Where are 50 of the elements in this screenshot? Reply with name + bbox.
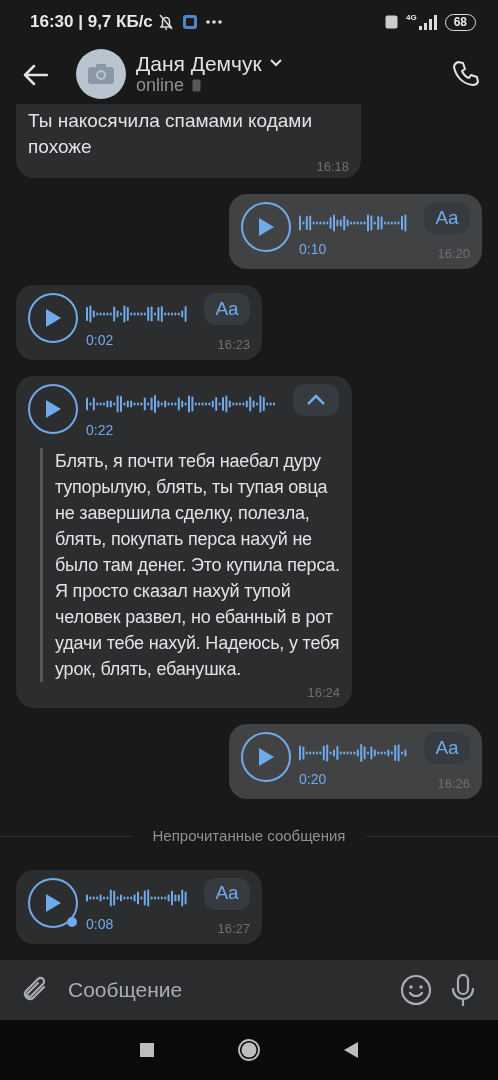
message-time: 16:27: [217, 922, 250, 937]
emoji-icon[interactable]: [400, 974, 432, 1006]
bell-off-icon: [156, 13, 175, 31]
collapse-button[interactable]: [293, 383, 339, 416]
transcribe-button[interactable]: Aa: [424, 732, 470, 765]
message-time: 16:23: [217, 337, 250, 352]
voice-duration: 0:10: [299, 240, 328, 257]
message-composer[interactable]: Сообщение: [0, 960, 498, 1020]
network-type: 4G: [405, 14, 417, 22]
phone-icon: [452, 60, 480, 88]
voice-duration: 0:20: [299, 771, 328, 788]
play-button[interactable]: [28, 292, 78, 343]
avatar[interactable]: [76, 49, 126, 99]
transcribe-button[interactable]: Aa: [204, 292, 250, 325]
message-input[interactable]: Сообщение: [68, 974, 382, 1006]
play-icon: [44, 892, 62, 913]
call-button[interactable]: [452, 60, 480, 88]
transcribe-button[interactable]: Aa: [424, 202, 470, 234]
transcribe-button[interactable]: Aa: [204, 877, 250, 910]
chevron-up-icon: [307, 394, 325, 406]
chevron-down-icon: [269, 59, 282, 68]
play-button[interactable]: [28, 877, 78, 928]
transcript-text: Блять, я почти тебя наебал дуру тупорылую, блять, ты тупая овца не завершила сделку, полезла, блять, покупать перса нахуй не было там денег. Это купила перса. Я просто сказал нахуй тупой человек развел, но ебанный в рот удачи тебе нахуй. Надеюсь, у тебя урок, блять, ебанушка.: [40, 448, 340, 683]
back-icon: [22, 63, 48, 86]
play-icon: [44, 398, 62, 419]
play-icon: [257, 217, 275, 237]
play-button[interactable]: [241, 202, 291, 252]
microphone-icon[interactable]: [450, 974, 476, 1006]
back-nav-icon[interactable]: [344, 1042, 358, 1058]
contact-name[interactable]: Даня Демчук: [136, 51, 262, 75]
back-button[interactable]: [22, 62, 48, 86]
signal-icon: [416, 14, 437, 30]
play-button[interactable]: [241, 732, 291, 783]
voice-duration: 0:02: [86, 331, 115, 348]
camera-icon: [88, 64, 114, 84]
more-icon: [204, 19, 223, 25]
status-time: 16:30 | 9,7 КБ/с: [30, 11, 153, 34]
app-icon: [182, 15, 197, 29]
home-icon[interactable]: [238, 1039, 260, 1061]
voice-duration: 0:22: [86, 422, 115, 439]
phone-device-icon: [192, 79, 202, 93]
unread-divider-label: Непрочитанные сообщения: [152, 826, 346, 847]
voice-duration: 0:08: [86, 916, 115, 933]
play-icon: [257, 747, 275, 768]
contact-status: online: [136, 74, 185, 97]
play-button[interactable]: [28, 383, 78, 434]
message-text: Ты накосячила спамами кодами похоже: [28, 109, 314, 159]
message-time: 16:24: [307, 686, 340, 701]
play-icon: [44, 307, 62, 328]
message-time: 16:18: [316, 160, 349, 174]
